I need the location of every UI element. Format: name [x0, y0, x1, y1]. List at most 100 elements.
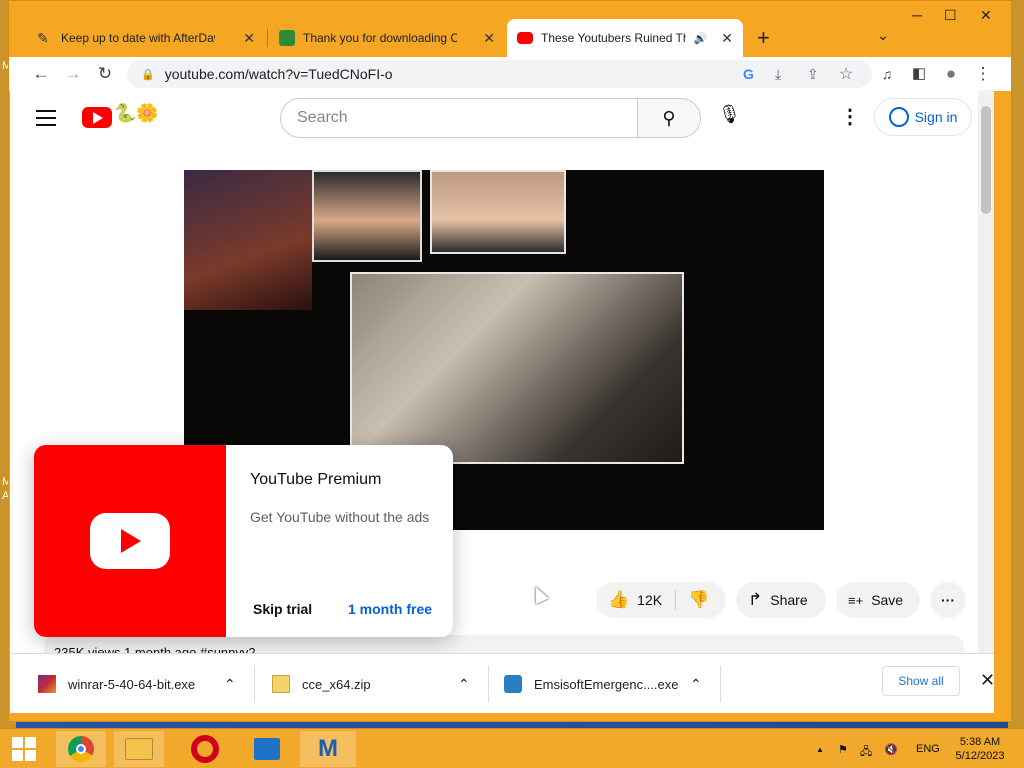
- tab-afterdawn[interactable]: ✎ Keep up to date with AfterDawn! ✕: [27, 19, 265, 57]
- like-count: 12K: [637, 592, 663, 608]
- share-button[interactable]: ↱ Share: [736, 582, 826, 618]
- close-icon[interactable]: ✕: [721, 30, 733, 47]
- video-frame-portrait: [430, 170, 566, 254]
- search-input[interactable]: Search: [280, 98, 638, 138]
- video-frame-streamer: [184, 170, 312, 310]
- emsisoft-icon: [504, 675, 522, 693]
- share-icon: ↱: [748, 590, 763, 609]
- like-button[interactable]: 👍 12K: [596, 590, 676, 610]
- search-button[interactable]: ⚲: [637, 98, 701, 138]
- remote-desktop-icon[interactable]: [242, 731, 292, 767]
- close-icon[interactable]: ✕: [483, 30, 495, 47]
- audio-playing-icon[interactable]: 🔊: [694, 32, 708, 45]
- sign-in-label: Sign in: [914, 109, 958, 125]
- minimize-button[interactable]: ─: [912, 7, 922, 23]
- more-icon: ···: [941, 592, 955, 608]
- address-bar[interactable]: 🔒 youtube.com/watch?v=TuedCNoFI-o G ⤓ ⇪ …: [127, 60, 872, 88]
- file-explorer-icon[interactable]: [114, 731, 164, 767]
- free-trial-button[interactable]: 1 month free: [348, 601, 432, 617]
- download-item[interactable]: winrar-5-40-64-bit.exe ⌃: [38, 654, 248, 714]
- voice-search-icon[interactable]: 🎙: [718, 104, 741, 125]
- download-item[interactable]: cce_x64.zip ⌃: [272, 654, 482, 714]
- youtube-logo[interactable]: [82, 107, 112, 128]
- star-icon[interactable]: ☆: [839, 64, 853, 84]
- divider: [254, 666, 255, 702]
- save-button[interactable]: ≡+ Save: [836, 582, 920, 618]
- scrollbar[interactable]: [978, 90, 994, 653]
- close-icon[interactable]: ✕: [243, 30, 255, 47]
- tab-download[interactable]: Thank you for downloading Com ✕: [269, 19, 505, 57]
- chrome-icon[interactable]: [56, 731, 106, 767]
- lock-icon[interactable]: 🔒: [141, 68, 155, 81]
- side-panel-icon[interactable]: ◧: [907, 63, 931, 85]
- like-dislike-group: 👍 12K 👎: [596, 582, 726, 618]
- video-description[interactable]: 235K views 1 month ago #sunnyv2: [44, 635, 964, 653]
- winrar-icon: [38, 675, 56, 693]
- hamburger-menu-icon[interactable]: [36, 110, 56, 131]
- premium-promo-dialog: YouTube Premium Get YouTube without the …: [34, 445, 453, 637]
- chevron-up-icon[interactable]: ⌃: [224, 676, 236, 693]
- chevron-up-icon[interactable]: ⌃: [690, 676, 702, 693]
- promo-title: YouTube Premium: [250, 471, 382, 488]
- share-icon[interactable]: ⇪: [807, 66, 819, 83]
- close-icon[interactable]: ✕: [980, 670, 995, 691]
- profile-icon[interactable]: ●: [939, 63, 963, 85]
- search-icon: ⚲: [662, 108, 676, 128]
- scrollbar-thumb[interactable]: [981, 106, 991, 214]
- youtube-play-icon: [90, 513, 170, 569]
- kebab-menu-icon[interactable]: ⋮: [971, 63, 995, 85]
- window-close-button[interactable]: ✕: [980, 7, 992, 24]
- network-icon[interactable]: 🖧: [860, 743, 872, 762]
- maximize-button[interactable]: ☐: [944, 7, 957, 24]
- new-tab-button[interactable]: +: [757, 25, 770, 51]
- google-icon[interactable]: G: [743, 66, 754, 82]
- download-shelf: winrar-5-40-64-bit.exe ⌃ cce_x64.zip ⌃ E…: [10, 653, 995, 714]
- youtube-doodle-icon[interactable]: 🐍🌼: [114, 103, 159, 124]
- promo-subtitle: Get YouTube without the ads: [250, 509, 430, 525]
- download-filename: EmsisoftEmergenc....exe: [534, 676, 679, 692]
- malwarebytes-icon[interactable]: M: [300, 731, 356, 767]
- mouse-cursor-icon: [529, 583, 549, 605]
- input-language-indicator[interactable]: ENG: [916, 743, 940, 755]
- download-filename: cce_x64.zip: [302, 676, 371, 692]
- opera-icon[interactable]: [180, 731, 230, 767]
- back-button[interactable]: ←: [29, 63, 53, 85]
- divider: [488, 666, 489, 702]
- zip-icon: [272, 675, 290, 693]
- save-icon: ≡+: [848, 592, 864, 608]
- show-hidden-icons-button[interactable]: ▲: [816, 745, 824, 754]
- install-icon[interactable]: ⤓: [775, 66, 781, 83]
- action-center-flag-icon[interactable]: ⚑: [838, 743, 848, 756]
- start-icon[interactable]: [8, 731, 40, 767]
- sign-in-button[interactable]: Sign in: [874, 98, 972, 136]
- forward-button[interactable]: →: [61, 63, 85, 85]
- settings-menu-icon[interactable]: ⋮: [840, 104, 860, 129]
- tab-title: These Youtubers Ruined The: [541, 31, 686, 45]
- more-actions-button[interactable]: ···: [930, 582, 966, 618]
- tab-search-button[interactable]: ⌄: [877, 27, 889, 44]
- url-text: youtube.com/watch?v=TuedCNoFI-o: [164, 66, 393, 82]
- clock-date: 5/12/2023: [955, 750, 1005, 762]
- chevron-up-icon[interactable]: ⌃: [458, 676, 470, 693]
- account-icon: [888, 107, 909, 127]
- view-count-text: 235K views 1 month ago #sunnyv2: [54, 645, 256, 653]
- volume-muted-icon[interactable]: 🔇: [884, 743, 898, 756]
- tab-youtube[interactable]: These Youtubers Ruined The 🔊 ✕: [507, 19, 743, 57]
- skip-trial-button[interactable]: Skip trial: [253, 601, 312, 617]
- save-label: Save: [871, 592, 904, 608]
- download-filename: winrar-5-40-64-bit.exe: [68, 676, 196, 692]
- system-clock[interactable]: 5:38 AM 5/12/2023: [950, 735, 1010, 763]
- show-all-downloads-button[interactable]: Show all: [882, 666, 960, 696]
- taskbar: M ▲ ⚑ 🖧 🔇 ENG 5:38 AM 5/12/2023: [0, 728, 1024, 768]
- dislike-button[interactable]: 👎: [676, 590, 717, 610]
- tab-title: Keep up to date with AfterDawn!: [61, 31, 215, 45]
- dislike-icon: 👎: [688, 590, 710, 609]
- video-frame-main: [350, 272, 684, 464]
- share-label: Share: [770, 592, 808, 608]
- download-item[interactable]: EmsisoftEmergenc....exe ⌃: [504, 654, 714, 714]
- download-site-favicon-icon: [279, 30, 295, 46]
- reload-button[interactable]: ↻: [93, 63, 117, 85]
- like-icon: 👍: [608, 590, 630, 609]
- afterdawn-favicon-icon: ✎: [37, 30, 49, 46]
- media-control-icon[interactable]: ♫: [875, 63, 899, 85]
